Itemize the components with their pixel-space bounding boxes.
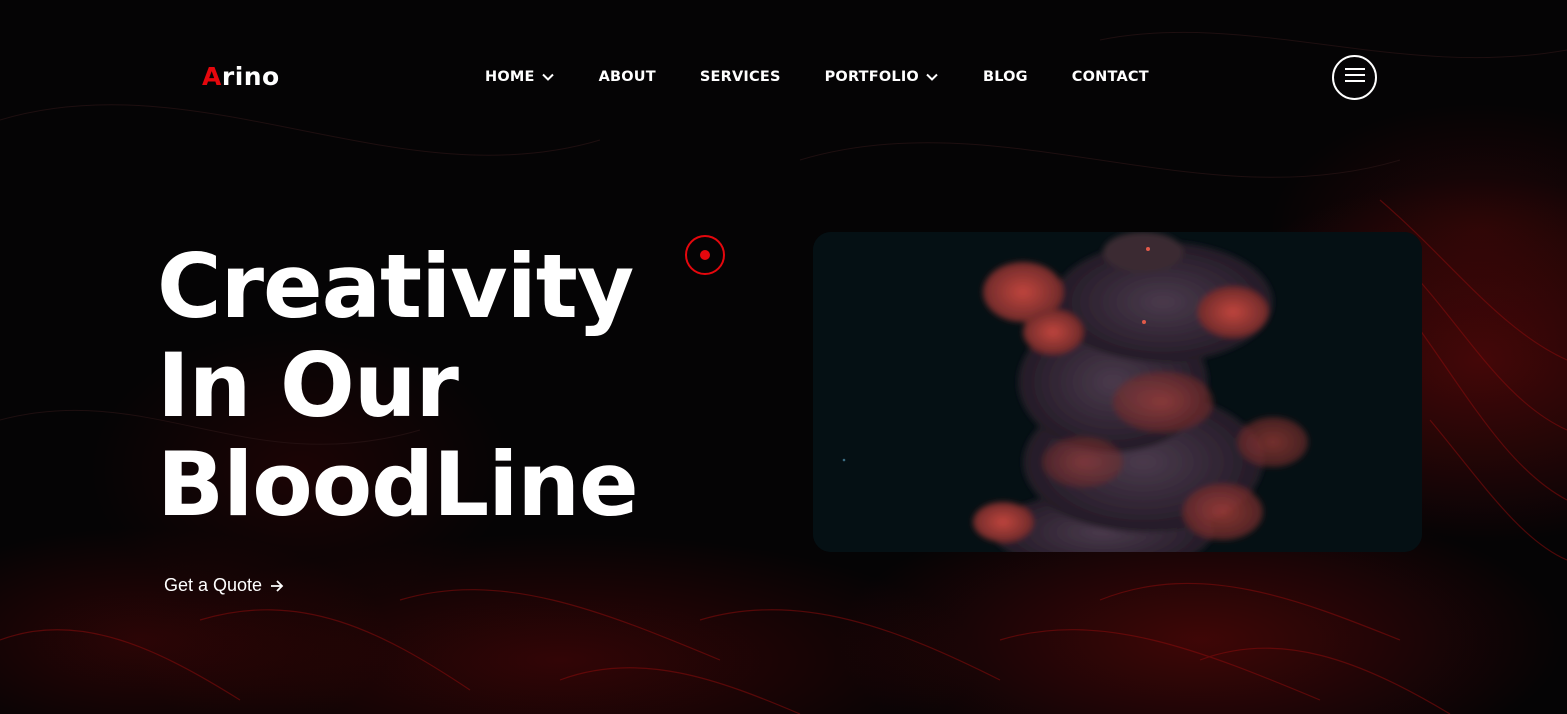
get-quote-label: Get a Quote	[164, 575, 263, 595]
logo-rest: rino	[221, 62, 280, 91]
nav-item-blog[interactable]: BLOG	[983, 69, 1028, 85]
nav-item-label: ABOUT	[598, 69, 656, 85]
nav-item-contact[interactable]: CONTACT	[1072, 69, 1149, 85]
target-dot-icon	[685, 235, 725, 275]
get-quote-link[interactable]: Get a Quote	[164, 575, 284, 596]
nav-item-label: HOME	[485, 69, 535, 85]
nav-item-portfolio[interactable]: PORTFOLIO	[825, 69, 938, 85]
nav-item-home[interactable]: HOME	[485, 69, 554, 85]
logo-first-letter: A	[202, 62, 222, 91]
nav-item-about[interactable]: ABOUT	[599, 69, 656, 85]
nav-item-services[interactable]: SERVICES	[700, 69, 781, 85]
hamburger-icon	[1344, 67, 1366, 88]
chevron-down-icon	[926, 73, 938, 81]
menu-toggle-button[interactable]	[1332, 55, 1377, 100]
nav-item-label: SERVICES	[699, 69, 781, 85]
hero-headline: Creativity In Our BloodLine	[157, 235, 639, 536]
nav-item-label: CONTACT	[1071, 69, 1149, 85]
hero-smoke-image	[813, 232, 1422, 552]
nav-item-label: BLOG	[982, 69, 1028, 85]
main-nav: HOME ABOUT SERVICES PORTFOLIO BLOG CONTA…	[485, 69, 1149, 85]
headline-line: BloodLine	[157, 433, 639, 536]
chevron-down-icon	[541, 73, 554, 81]
headline-line: In Our	[157, 334, 459, 437]
arrow-right-icon	[270, 579, 284, 593]
headline-line: Creativity	[157, 235, 634, 338]
brand-logo[interactable]: Arino	[202, 62, 280, 91]
nav-item-label: PORTFOLIO	[824, 69, 919, 85]
